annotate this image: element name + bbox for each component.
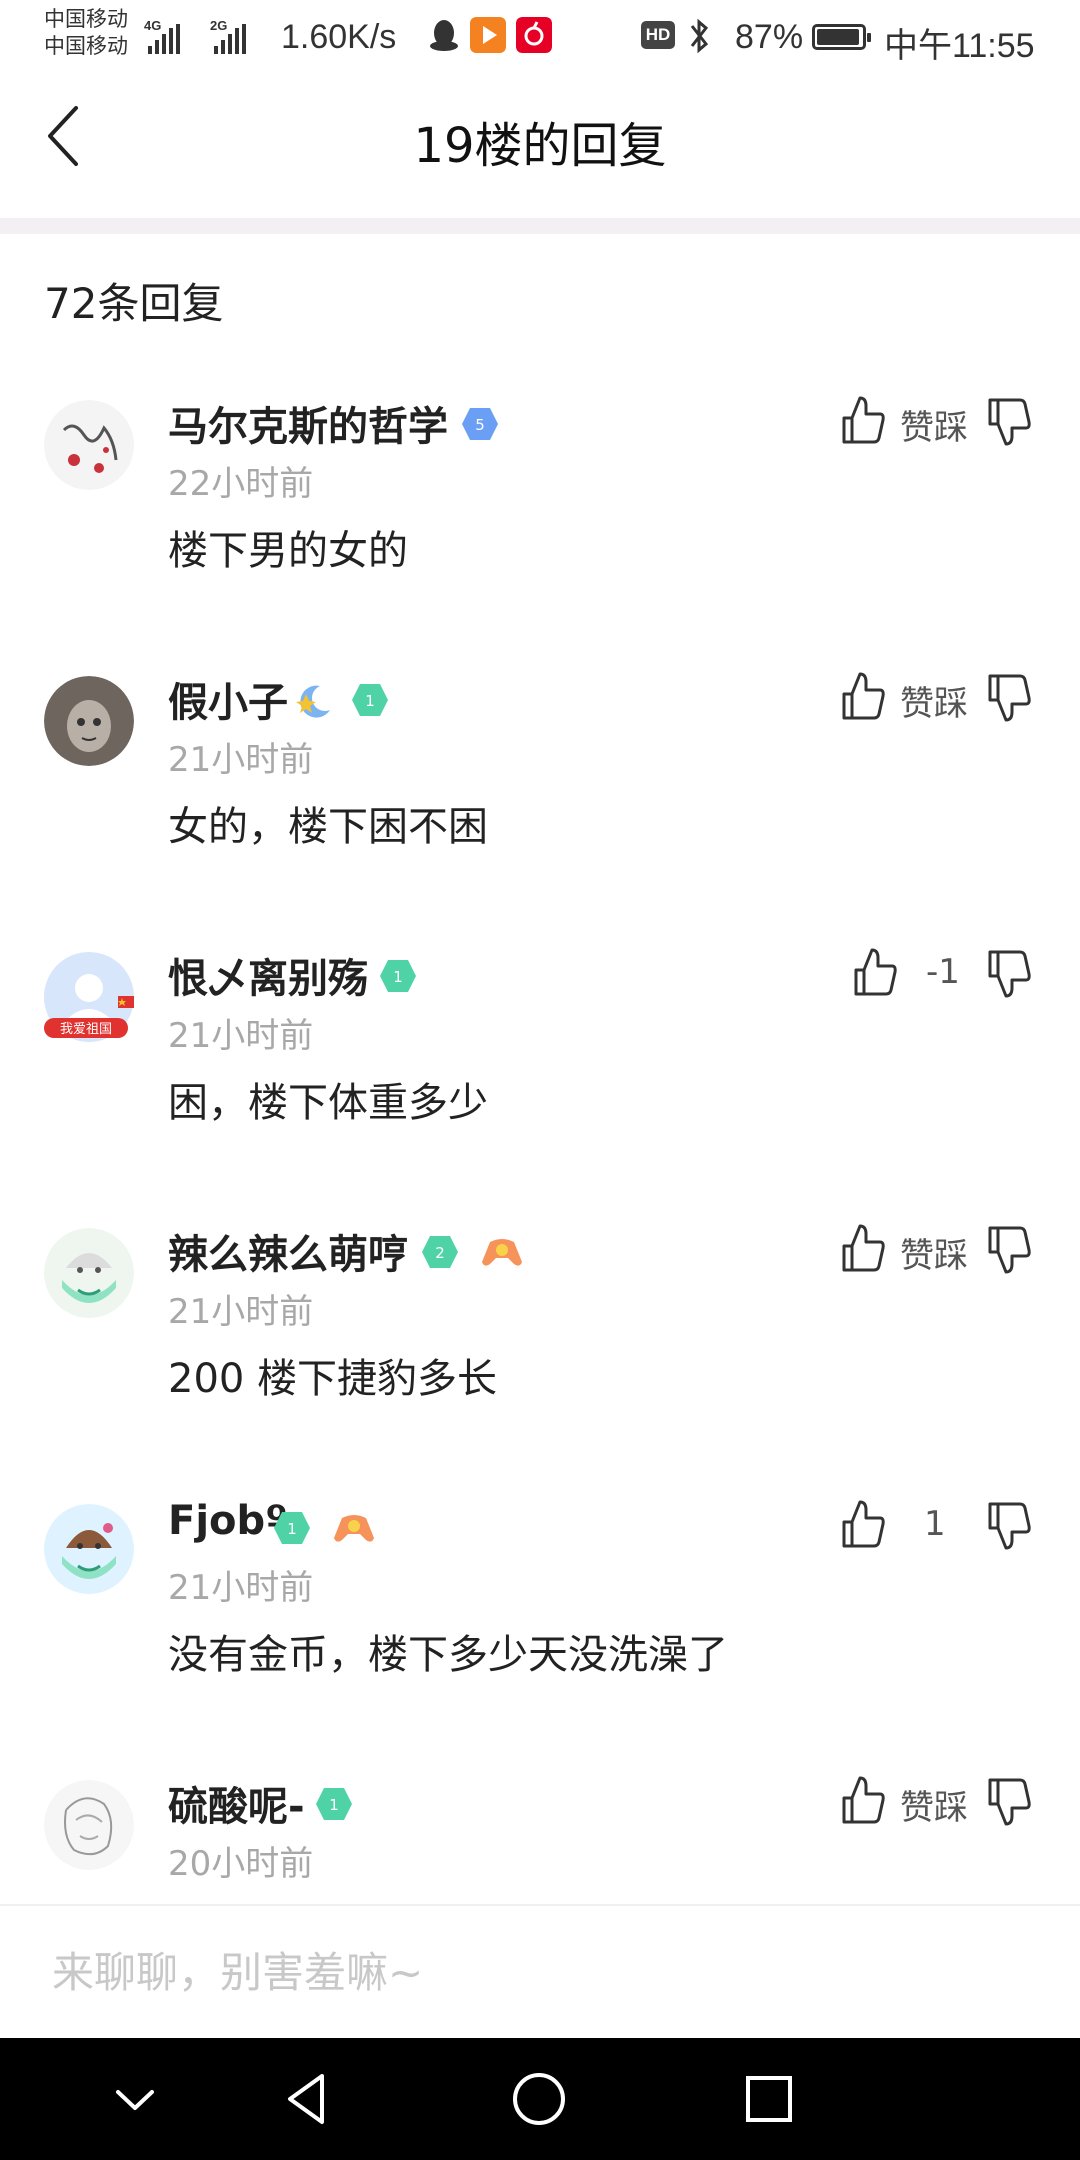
clock: 中午11:55: [884, 27, 1035, 65]
network-speed: 1.60K/s: [281, 18, 397, 56]
level-number: 2: [435, 1244, 445, 1262]
page-title: 19楼的回复: [413, 118, 667, 174]
vote-label: 赞踩: [900, 1236, 968, 1276]
vote-label: 赞踩: [900, 408, 968, 448]
video-app-icon: [470, 17, 506, 53]
level-badge: 1: [380, 960, 416, 992]
vote-label: 赞踩: [900, 1788, 968, 1828]
dislike-button[interactable]: [984, 948, 1032, 1000]
like-button[interactable]: [838, 670, 886, 722]
like-button[interactable]: [850, 946, 898, 998]
reply-content: 楼下男的女的: [168, 528, 408, 574]
thumbs-down-icon: [988, 1778, 1031, 1826]
level-badge: 2: [422, 1236, 458, 1268]
level-badge: 1: [316, 1788, 352, 1820]
sparkle-moon-icon: [296, 685, 330, 718]
thumbs-down-icon: [988, 1502, 1031, 1550]
reply-time: 21小时前: [168, 1016, 314, 1056]
like-button[interactable]: [838, 1498, 886, 1550]
header-divider: [0, 218, 1080, 234]
nav-bar: [0, 2038, 1080, 2160]
reply-item: Fjobº 1 21小时前 没有金币，楼下多少天没洗澡了 1: [0, 1484, 1080, 1760]
carrier-stack: 中国移动 中国移动: [44, 6, 128, 60]
level-number: 1: [287, 1520, 297, 1538]
reply-time: 22小时前: [168, 464, 314, 504]
thumbs-up-icon: [854, 948, 897, 996]
username[interactable]: 恨乄离别殇: [168, 946, 368, 1004]
thumbs-down-icon: [988, 674, 1031, 722]
back-triangle-icon[interactable]: [276, 2066, 342, 2132]
vote-label: -1: [926, 952, 960, 992]
level-number: 1: [365, 692, 375, 710]
qq-penguin-icon: [430, 20, 458, 51]
collapse-chevron-icon[interactable]: [102, 2066, 168, 2132]
like-button[interactable]: [838, 394, 886, 446]
level-number: 5: [475, 416, 485, 434]
level-number: 1: [393, 968, 403, 986]
avatar-banner-text: 我爱祖国: [60, 1022, 112, 1037]
battery-percent: 87%: [735, 18, 804, 56]
vote-label: 1: [924, 1504, 946, 1544]
username[interactable]: 辣么辣么萌哼: [168, 1222, 408, 1280]
dislike-button[interactable]: [984, 1776, 1032, 1828]
reply-item: 马尔克斯的哲学 5 22小时前 楼下男的女的 赞踩: [0, 380, 1080, 656]
thumbs-up-icon: [842, 1500, 885, 1548]
recents-square-icon[interactable]: [736, 2066, 802, 2132]
avatar[interactable]: [44, 1228, 134, 1318]
thumbs-down-icon: [988, 950, 1031, 998]
game-controller-icon: [482, 1239, 522, 1266]
reply-time: 20小时前: [168, 1844, 314, 1884]
carrier-label-1: 中国移动: [44, 8, 128, 31]
reply-item: 辣么辣么萌哼 2 21小时前 200 楼下捷豹多长 赞踩: [0, 1208, 1080, 1484]
status-bar: 中国移动 中国移动 4G 2G 1.60K/s HD 87% 中午11:55: [0, 0, 1080, 72]
reply-item: 假小子 1 21小时前 女的，楼下困不困 赞踩: [0, 656, 1080, 932]
reply-content: 女的，楼下困不困: [168, 804, 488, 850]
username[interactable]: 假小子: [168, 670, 288, 728]
reply-content: 200 楼下捷豹多长: [168, 1356, 498, 1402]
dislike-button[interactable]: [984, 672, 1032, 724]
level-badge: 5: [462, 408, 498, 440]
dislike-button[interactable]: [984, 1500, 1032, 1552]
avatar[interactable]: [44, 1504, 134, 1594]
header: 19楼的回复: [0, 72, 1080, 218]
username[interactable]: 硫酸呢-: [168, 1774, 305, 1832]
thumbs-up-icon: [842, 1776, 885, 1824]
username[interactable]: Fjobº: [168, 1498, 288, 1544]
level-badge: 1: [352, 684, 388, 716]
reply-count: 72条回复: [44, 279, 224, 328]
like-button[interactable]: [838, 1222, 886, 1274]
netease-music-icon: [516, 17, 552, 53]
thumbs-up-icon: [842, 672, 885, 720]
dislike-button[interactable]: [984, 396, 1032, 448]
thumbs-down-icon: [988, 398, 1031, 446]
thumbs-up-icon: [842, 396, 885, 444]
avatar[interactable]: [44, 676, 134, 766]
reply-item: 我爱祖国 恨乄离别殇 1 21小时前 困，楼下体重多少 -1: [0, 932, 1080, 1208]
like-button[interactable]: [838, 1774, 886, 1826]
reply-time: 21小时前: [168, 740, 314, 780]
avatar[interactable]: [44, 1780, 134, 1870]
thumbs-down-icon: [988, 1226, 1031, 1274]
reply-time: 21小时前: [168, 1568, 314, 1608]
comment-input[interactable]: [0, 1906, 1080, 2038]
thumbs-up-icon: [842, 1224, 885, 1272]
reply-content: 困，楼下体重多少: [168, 1080, 488, 1126]
battery-icon: [812, 24, 871, 50]
username[interactable]: 马尔克斯的哲学: [168, 394, 448, 452]
carrier-label-2: 中国移动: [44, 35, 128, 58]
reply-page: 中国移动 中国移动 4G 2G 1.60K/s HD 87% 中午11:55 1…: [0, 0, 1080, 2160]
avatar[interactable]: [44, 400, 134, 490]
vote-label: 赞踩: [900, 684, 968, 724]
level-number: 1: [329, 1796, 339, 1814]
reply-time: 21小时前: [168, 1292, 314, 1332]
bluetooth-icon: [690, 18, 709, 54]
level-badge: 1: [274, 1512, 310, 1544]
game-controller-icon: [334, 1515, 374, 1542]
hd-badge: HD: [641, 21, 675, 49]
dislike-button[interactable]: [984, 1224, 1032, 1276]
avatar[interactable]: 我爱祖国: [44, 952, 134, 1042]
reply-content: 没有金币，楼下多少天没洗澡了: [168, 1632, 728, 1678]
home-circle-icon[interactable]: [506, 2066, 572, 2132]
